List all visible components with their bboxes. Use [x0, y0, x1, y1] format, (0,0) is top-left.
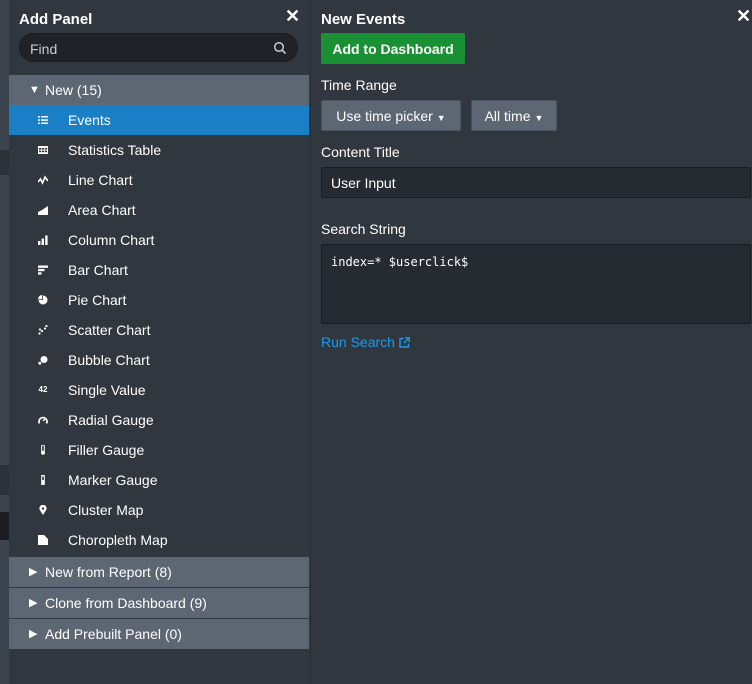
- content-title-label: Content Title: [321, 144, 400, 160]
- list-item-column-chart[interactable]: Column Chart: [9, 225, 309, 255]
- search-string-label: Search String: [321, 221, 406, 237]
- list-item-bar-chart[interactable]: Bar Chart: [9, 255, 309, 285]
- list-item-label: Area Chart: [68, 202, 136, 218]
- choropleth-map-icon: [36, 525, 50, 555]
- panel-title: New Events: [321, 11, 406, 28]
- group-header-new-from-report[interactable]: ▶ New from Report (8): [9, 557, 309, 587]
- list-item-statistics-table[interactable]: Statistics Table: [9, 135, 309, 165]
- time-range-label: Time Range: [321, 77, 397, 93]
- list-item-label: Filler Gauge: [68, 442, 145, 458]
- list-item-label: Single Value: [68, 382, 146, 398]
- map-pin-icon: [36, 495, 50, 525]
- list-item-scatter-chart[interactable]: Scatter Chart: [9, 315, 309, 345]
- list-item-label: Column Chart: [68, 232, 155, 248]
- list-item-pie-chart[interactable]: Pie Chart: [9, 285, 309, 315]
- find-field[interactable]: [19, 33, 298, 63]
- list-item-filler-gauge[interactable]: Filler Gauge: [9, 435, 309, 465]
- filler-gauge-icon: [36, 435, 50, 465]
- caret-down-icon: ▼: [534, 112, 544, 123]
- scatter-chart-icon: [36, 315, 50, 345]
- list-item-events[interactable]: Events: [9, 105, 309, 135]
- list-item-label: Radial Gauge: [68, 412, 154, 428]
- chevron-down-icon: ▼: [29, 84, 40, 96]
- area-chart-icon: [36, 195, 50, 225]
- group-label: Add Prebuilt Panel (0): [45, 626, 182, 642]
- close-new-events-button[interactable]: ✕: [736, 6, 751, 26]
- group-header-clone-from-dashboard[interactable]: ▶ Clone from Dashboard (9): [9, 588, 309, 618]
- new-events-panel: New Events ✕ Add to Dashboard Time Range…: [310, 0, 752, 684]
- group-header-add-prebuilt-panel[interactable]: ▶ Add Prebuilt Panel (0): [9, 619, 309, 649]
- list-item-line-chart[interactable]: Line Chart: [9, 165, 309, 195]
- line-chart-icon: [36, 165, 50, 195]
- list-item-label: Statistics Table: [68, 142, 162, 158]
- table-icon: [36, 135, 50, 165]
- list-item-bubble-chart[interactable]: Bubble Chart: [9, 345, 309, 375]
- single-value-icon: 42: [38, 385, 48, 394]
- external-link-icon: [399, 336, 410, 348]
- background-block: [0, 465, 9, 495]
- marker-gauge-icon: [36, 465, 50, 495]
- list-item-cluster-map[interactable]: Cluster Map: [9, 495, 309, 525]
- list-item-label: Marker Gauge: [68, 472, 158, 488]
- search-string-textarea[interactable]: index=* $userclick$: [321, 244, 751, 324]
- add-panel-sidebar: Add Panel ✕ ▼ New (15) Events Statistics…: [9, 0, 309, 684]
- list-item-single-value[interactable]: 42 Single Value: [9, 375, 309, 405]
- list-item-radial-gauge[interactable]: Radial Gauge: [9, 405, 309, 435]
- all-time-button[interactable]: All time ▼: [471, 100, 557, 131]
- panel-type-list: Events Statistics Table Line Chart Area …: [9, 105, 309, 555]
- list-item-label: Scatter Chart: [68, 322, 151, 338]
- group-label: New (15): [45, 82, 102, 98]
- background-block: [0, 512, 9, 540]
- time-picker-button[interactable]: Use time picker ▼: [321, 100, 461, 131]
- group-label: Clone from Dashboard (9): [45, 595, 207, 611]
- list-item-label: Choropleth Map: [68, 532, 168, 548]
- list-item-choropleth-map[interactable]: Choropleth Map: [9, 525, 309, 555]
- run-search-label: Run Search: [321, 334, 395, 350]
- chevron-right-icon: ▶: [29, 566, 38, 578]
- run-search-link[interactable]: Run Search: [321, 334, 410, 350]
- chevron-right-icon: ▶: [29, 597, 38, 609]
- list-item-label: Bubble Chart: [68, 352, 150, 368]
- background-block: [0, 150, 9, 175]
- content-title-input[interactable]: [321, 167, 751, 198]
- all-time-label: All time: [484, 107, 531, 124]
- time-picker-label: Use time picker: [336, 107, 433, 124]
- bubble-chart-icon: [36, 345, 50, 375]
- chevron-right-icon: ▶: [29, 628, 38, 640]
- list-item-label: Line Chart: [68, 172, 133, 188]
- column-chart-icon: [36, 225, 50, 255]
- close-add-panel-button[interactable]: ✕: [285, 6, 300, 26]
- caret-down-icon: ▼: [436, 112, 446, 123]
- find-input[interactable]: [28, 34, 272, 63]
- list-item-label: Events: [68, 112, 111, 128]
- panel-title: Add Panel: [19, 11, 93, 28]
- add-to-dashboard-button[interactable]: Add to Dashboard: [321, 33, 465, 64]
- group-header-new[interactable]: ▼ New (15): [9, 75, 309, 105]
- search-icon: [273, 41, 287, 55]
- list-item-marker-gauge[interactable]: Marker Gauge: [9, 465, 309, 495]
- group-label: New from Report (8): [45, 564, 172, 580]
- list-item-label: Pie Chart: [68, 292, 127, 308]
- events-icon: [36, 105, 50, 135]
- bar-chart-icon: [36, 255, 50, 285]
- background-strip: [0, 0, 9, 684]
- pie-chart-icon: [36, 285, 50, 315]
- list-item-label: Bar Chart: [68, 262, 128, 278]
- list-item-area-chart[interactable]: Area Chart: [9, 195, 309, 225]
- radial-gauge-icon: [36, 405, 50, 435]
- list-item-label: Cluster Map: [68, 502, 144, 518]
